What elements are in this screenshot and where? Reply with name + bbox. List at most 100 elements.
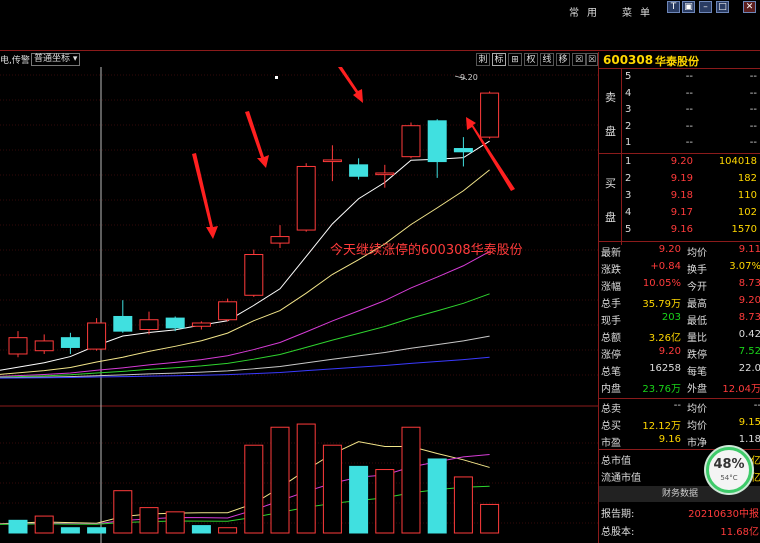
quote-label: 流通市值 bbox=[601, 473, 641, 484]
coord-select[interactable]: 普通坐标 ▾ bbox=[31, 53, 81, 66]
kline-chart-area[interactable]: 9.20 今天继续涨停的600308华泰股份 bbox=[0, 67, 598, 543]
toolbar-button-6[interactable]: 移 bbox=[556, 53, 570, 66]
sell-level-1[interactable]: 1 -- -- bbox=[625, 137, 759, 153]
window-tool-button[interactable]: T bbox=[667, 1, 680, 13]
quote-label: 涨幅 bbox=[601, 282, 621, 293]
volume-bar-4 bbox=[113, 490, 133, 534]
quote-value: -- bbox=[753, 400, 760, 411]
buy-level-2[interactable]: 2 9.19 182 bbox=[625, 173, 759, 189]
quote-label: 总额 bbox=[601, 333, 621, 344]
financial-label: 报告期: bbox=[601, 509, 635, 520]
buy-level-3[interactable]: 3 9.18 110 bbox=[625, 190, 759, 206]
quote-label: 最高 bbox=[687, 299, 707, 310]
quote-value: 3.26亿 bbox=[648, 333, 681, 344]
system-monitor-gauge[interactable]: 48% 54°C bbox=[706, 447, 752, 493]
menu-common[interactable]: 常用 bbox=[569, 4, 605, 19]
sell-level-3[interactable]: 3 -- -- bbox=[625, 104, 759, 120]
financial-row: 总股本: 11.68亿 bbox=[599, 523, 760, 540]
book-volume: -- bbox=[749, 137, 757, 148]
arrow-2 bbox=[245, 111, 269, 168]
quote-label: 换手 bbox=[687, 265, 707, 276]
top-divider bbox=[0, 50, 760, 51]
gauge-percent: 48% bbox=[713, 457, 745, 472]
quote-label: 总手 bbox=[601, 299, 621, 310]
menu-main[interactable]: 菜单 bbox=[622, 4, 658, 19]
quote-label: 总笔 bbox=[601, 367, 621, 378]
stock-code: 600308 bbox=[603, 53, 654, 67]
quote-value: 7.52 bbox=[738, 346, 760, 357]
quote-label: 内盘 bbox=[601, 384, 621, 395]
chart-annotation: 今天继续涨停的600308华泰股份 bbox=[330, 242, 523, 258]
quote-value: 203 bbox=[661, 312, 681, 323]
quote-label: 每笔 bbox=[687, 367, 707, 378]
book-volume: 1570 bbox=[731, 224, 757, 235]
volume-bar-14 bbox=[375, 469, 395, 534]
volume-bar-7 bbox=[191, 525, 211, 534]
quote-label: 总市值 bbox=[601, 456, 631, 467]
quote-label: 涨跌 bbox=[601, 265, 621, 276]
quote-value: 3.07% bbox=[729, 261, 760, 272]
financial-row: 报告期: 20210630中报 bbox=[599, 505, 760, 522]
sell-label-1: 卖 bbox=[605, 91, 616, 104]
book-level: 2 bbox=[625, 120, 632, 132]
toolbar-button-3[interactable]: ⊞ bbox=[508, 53, 522, 66]
toolbar-button-2[interactable]: 标 bbox=[492, 53, 506, 66]
window-restore-icon[interactable]: ▣ bbox=[682, 1, 695, 13]
quote-label: 均价 bbox=[687, 421, 707, 432]
quote-value: 35.79万 bbox=[642, 299, 681, 310]
quote-row: 涨幅 10.05% 今开 8.73 bbox=[599, 278, 760, 295]
sell-level-5[interactable]: 5 -- -- bbox=[625, 71, 759, 87]
candle-body-13 bbox=[349, 164, 369, 177]
quote-value: 9.20 bbox=[658, 244, 681, 255]
quote-row: 总手 35.79万 最高 9.20 bbox=[599, 295, 760, 312]
toolbar-button-1[interactable]: 刺 bbox=[476, 53, 490, 66]
quote-value: 0.42 bbox=[738, 329, 760, 340]
quote-label: 总卖 bbox=[601, 404, 621, 415]
quote-label: 涨停 bbox=[601, 350, 621, 361]
financial-label: 总股本: bbox=[601, 527, 635, 538]
quote-value: 8.73 bbox=[738, 312, 760, 323]
volume-bar-0 bbox=[8, 519, 28, 534]
sell-level-4[interactable]: 4 -- -- bbox=[625, 88, 759, 104]
quote-label: 现手 bbox=[601, 316, 621, 327]
sell-level-2[interactable]: 2 -- -- bbox=[625, 121, 759, 137]
volume-bar-16 bbox=[427, 458, 447, 534]
quote-value: 9.11 bbox=[738, 244, 760, 255]
quote-value: 9.20 bbox=[658, 346, 681, 357]
kline-chart[interactable]: 9.20 今天继续涨停的600308华泰股份 bbox=[0, 67, 598, 543]
book-price: 9.16 bbox=[670, 224, 693, 235]
quote-value: 9.16 bbox=[658, 434, 681, 445]
toolbar-button-8[interactable]: ☒ bbox=[586, 53, 598, 66]
candle-body-12 bbox=[322, 159, 342, 163]
quote-value: +0.84 bbox=[650, 261, 681, 272]
quote-row: 最新 9.20 均价 9.11 bbox=[599, 244, 760, 261]
indicator-label[interactable]: 电,传警 bbox=[0, 53, 30, 66]
candle-body-4 bbox=[113, 315, 133, 332]
book-level: 3 bbox=[625, 104, 632, 115]
book-vdivider bbox=[621, 69, 622, 245]
quote-label: 最低 bbox=[687, 316, 707, 327]
stock-name: 华泰股份 bbox=[655, 55, 699, 68]
close-icon[interactable]: ✕ bbox=[743, 1, 756, 13]
volume-bar-8 bbox=[218, 527, 238, 534]
toolbar-button-7[interactable]: ☒ bbox=[572, 53, 586, 66]
candle-body-11 bbox=[296, 165, 316, 231]
toolbar-button-4[interactable]: 权 bbox=[524, 53, 538, 66]
financial-value: 11.68亿 bbox=[720, 527, 759, 538]
quote-label: 外盘 bbox=[687, 384, 707, 395]
candle-body-8 bbox=[218, 301, 238, 321]
maximize-icon[interactable]: □ bbox=[716, 1, 729, 13]
buy-level-4[interactable]: 4 9.17 102 bbox=[625, 207, 759, 223]
buy-level-1[interactable]: 1 9.20 104018 bbox=[625, 156, 759, 172]
candle-body-15 bbox=[401, 125, 421, 158]
quote-value: 16258 bbox=[649, 363, 681, 374]
quote-row: 总笔 16258 每笔 22.0 bbox=[599, 363, 760, 380]
book-price: -- bbox=[685, 137, 693, 148]
stock-header: 600308 华泰股份 bbox=[599, 52, 760, 69]
buy-level-5[interactable]: 5 9.16 1570 bbox=[625, 224, 759, 240]
minimize-icon[interactable]: – bbox=[699, 1, 712, 13]
toolbar-button-5[interactable]: 线 bbox=[540, 53, 554, 66]
quote-label: 跌停 bbox=[687, 350, 707, 361]
book-level: 5 bbox=[625, 224, 632, 235]
volume-bar-3 bbox=[87, 527, 107, 534]
